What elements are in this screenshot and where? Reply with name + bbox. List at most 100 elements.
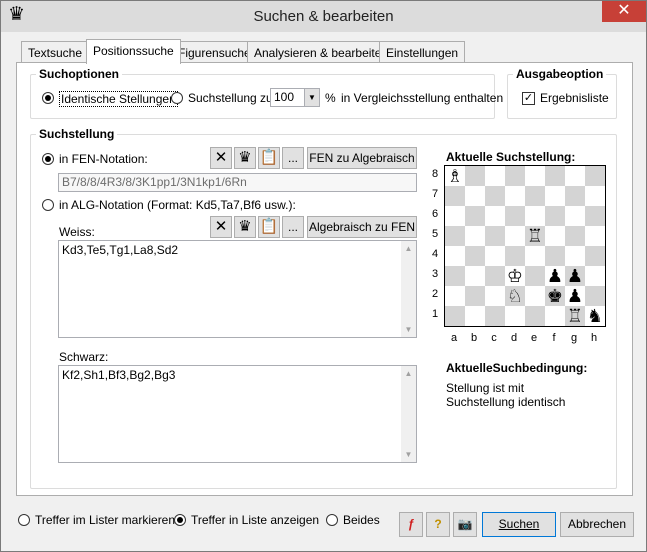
close-button[interactable]: ✕ xyxy=(602,1,646,22)
square-g4[interactable] xyxy=(565,246,585,266)
square-h5[interactable] xyxy=(585,226,605,246)
tab-figurensuche[interactable]: Figurensuche xyxy=(171,41,258,62)
square-h7[interactable] xyxy=(585,186,605,206)
crown-icon[interactable]: ♛ xyxy=(234,147,256,169)
square-c7[interactable] xyxy=(485,186,505,206)
square-c5[interactable] xyxy=(485,226,505,246)
square-h8[interactable] xyxy=(585,166,605,186)
square-e2[interactable] xyxy=(525,286,545,306)
flash-icon[interactable]: ƒ xyxy=(399,512,423,537)
square-f5[interactable] xyxy=(545,226,565,246)
clipboard-icon[interactable]: 📋 xyxy=(258,147,280,169)
markieren-label[interactable]: Treffer im Lister markieren xyxy=(35,513,175,527)
beides-label[interactable]: Beides xyxy=(343,513,380,527)
scroll-up-icon[interactable]: ▲ xyxy=(401,241,416,256)
square-c6[interactable] xyxy=(485,206,505,226)
suchen-button[interactable]: Suchen xyxy=(482,512,556,537)
weiss-scrollbar[interactable]: ▲ ▼ xyxy=(401,241,416,337)
weiss-textarea[interactable]: Kd3,Te5,Tg1,La8,Sd2 ▲ ▼ xyxy=(58,240,417,338)
square-g7[interactable] xyxy=(565,186,585,206)
identisch-radio[interactable] xyxy=(42,92,54,104)
square-b3[interactable] xyxy=(465,266,485,286)
clear-x-icon[interactable]: ✕ xyxy=(210,216,232,238)
square-b7[interactable] xyxy=(465,186,485,206)
square-d1[interactable] xyxy=(505,306,525,326)
suchstellung-zu-label[interactable]: Suchstellung zu xyxy=(188,91,273,105)
camera-icon[interactable]: 📷 xyxy=(453,512,477,537)
square-e8[interactable] xyxy=(525,166,545,186)
scroll-down-icon[interactable]: ▼ xyxy=(401,322,416,337)
square-b4[interactable] xyxy=(465,246,485,266)
square-g5[interactable] xyxy=(565,226,585,246)
alg-more-button[interactable]: ... xyxy=(282,216,304,238)
fen-more-button[interactable]: ... xyxy=(282,147,304,169)
tab-analysieren-bearbeiten[interactable]: Analysieren & bearbeiten xyxy=(247,41,396,62)
square-c2[interactable] xyxy=(485,286,505,306)
fen-label[interactable]: in FEN-Notation: xyxy=(59,152,148,166)
square-a2[interactable] xyxy=(445,286,465,306)
ergebnisliste-label[interactable]: Ergebnisliste xyxy=(540,91,609,105)
square-c4[interactable] xyxy=(485,246,505,266)
alg-label[interactable]: in ALG-Notation (Format: Kd5,Ta7,Bf6 usw… xyxy=(59,198,296,212)
square-c8[interactable] xyxy=(485,166,505,186)
identisch-label[interactable]: Identische Stellungen xyxy=(59,91,178,107)
tab-einstellungen[interactable]: Einstellungen xyxy=(379,41,466,62)
square-b1[interactable] xyxy=(465,306,485,326)
markieren-radio[interactable] xyxy=(18,514,30,526)
square-e3[interactable] xyxy=(525,266,545,286)
chevron-down-icon[interactable]: ▼ xyxy=(304,89,319,106)
square-e1[interactable] xyxy=(525,306,545,326)
tab-positionssuche[interactable]: Positionssuche xyxy=(86,39,181,64)
square-a6[interactable] xyxy=(445,206,465,226)
square-f4[interactable] xyxy=(545,246,565,266)
square-a3[interactable] xyxy=(445,266,465,286)
square-d2[interactable]: ♘ xyxy=(505,286,525,306)
square-g2[interactable]: ♟ xyxy=(565,286,585,306)
square-e6[interactable] xyxy=(525,206,545,226)
clipboard-icon[interactable]: 📋 xyxy=(258,216,280,238)
square-b8[interactable] xyxy=(465,166,485,186)
percent-select[interactable]: 100 ▼ xyxy=(270,88,320,107)
square-b5[interactable] xyxy=(465,226,485,246)
ergebnisliste-checkbox[interactable]: ✓ xyxy=(522,92,535,105)
scroll-down-icon[interactable]: ▼ xyxy=(401,447,416,462)
alg-radio[interactable] xyxy=(42,199,54,211)
square-a8[interactable]: ♗ xyxy=(445,166,465,186)
square-h4[interactable] xyxy=(585,246,605,266)
square-d5[interactable] xyxy=(505,226,525,246)
fen-to-alg-button[interactable]: FEN zu Algebraisch xyxy=(307,147,417,169)
chess-board[interactable]: ♗ ♖ ♔ ♟ ♟ ♘ ♚ ♟ ♖ ♞ xyxy=(444,165,606,327)
square-g6[interactable] xyxy=(565,206,585,226)
square-h1[interactable]: ♞ xyxy=(585,306,605,326)
square-d4[interactable] xyxy=(505,246,525,266)
schwarz-textarea[interactable]: Kf2,Sh1,Bf3,Bg2,Bg3 ▲ ▼ xyxy=(58,365,417,463)
square-h2[interactable] xyxy=(585,286,605,306)
fen-input[interactable]: B7/8/8/4R3/8/3K1pp1/3N1kp1/6Rn xyxy=(58,173,417,192)
clear-x-icon[interactable]: ✕ xyxy=(210,147,232,169)
anzeigen-radio[interactable] xyxy=(174,514,186,526)
anzeigen-label[interactable]: Treffer in Liste anzeigen xyxy=(191,513,319,527)
square-f1[interactable] xyxy=(545,306,565,326)
square-f2[interactable]: ♚ xyxy=(545,286,565,306)
tab-textsuche[interactable]: Textsuche xyxy=(21,41,90,62)
square-d3[interactable]: ♔ xyxy=(505,266,525,286)
help-icon[interactable]: ? xyxy=(426,512,450,537)
alg-to-fen-button[interactable]: Algebraisch zu FEN xyxy=(307,216,417,238)
square-e5[interactable]: ♖ xyxy=(525,226,545,246)
square-c3[interactable] xyxy=(485,266,505,286)
square-b2[interactable] xyxy=(465,286,485,306)
square-h3[interactable] xyxy=(585,266,605,286)
square-d8[interactable] xyxy=(505,166,525,186)
square-a5[interactable] xyxy=(445,226,465,246)
square-e4[interactable] xyxy=(525,246,545,266)
square-a4[interactable] xyxy=(445,246,465,266)
square-c1[interactable] xyxy=(485,306,505,326)
square-a7[interactable] xyxy=(445,186,465,206)
square-g3[interactable]: ♟ xyxy=(565,266,585,286)
square-f7[interactable] xyxy=(545,186,565,206)
square-e7[interactable] xyxy=(525,186,545,206)
scroll-up-icon[interactable]: ▲ xyxy=(401,366,416,381)
crown-icon[interactable]: ♛ xyxy=(234,216,256,238)
square-d6[interactable] xyxy=(505,206,525,226)
square-f6[interactable] xyxy=(545,206,565,226)
